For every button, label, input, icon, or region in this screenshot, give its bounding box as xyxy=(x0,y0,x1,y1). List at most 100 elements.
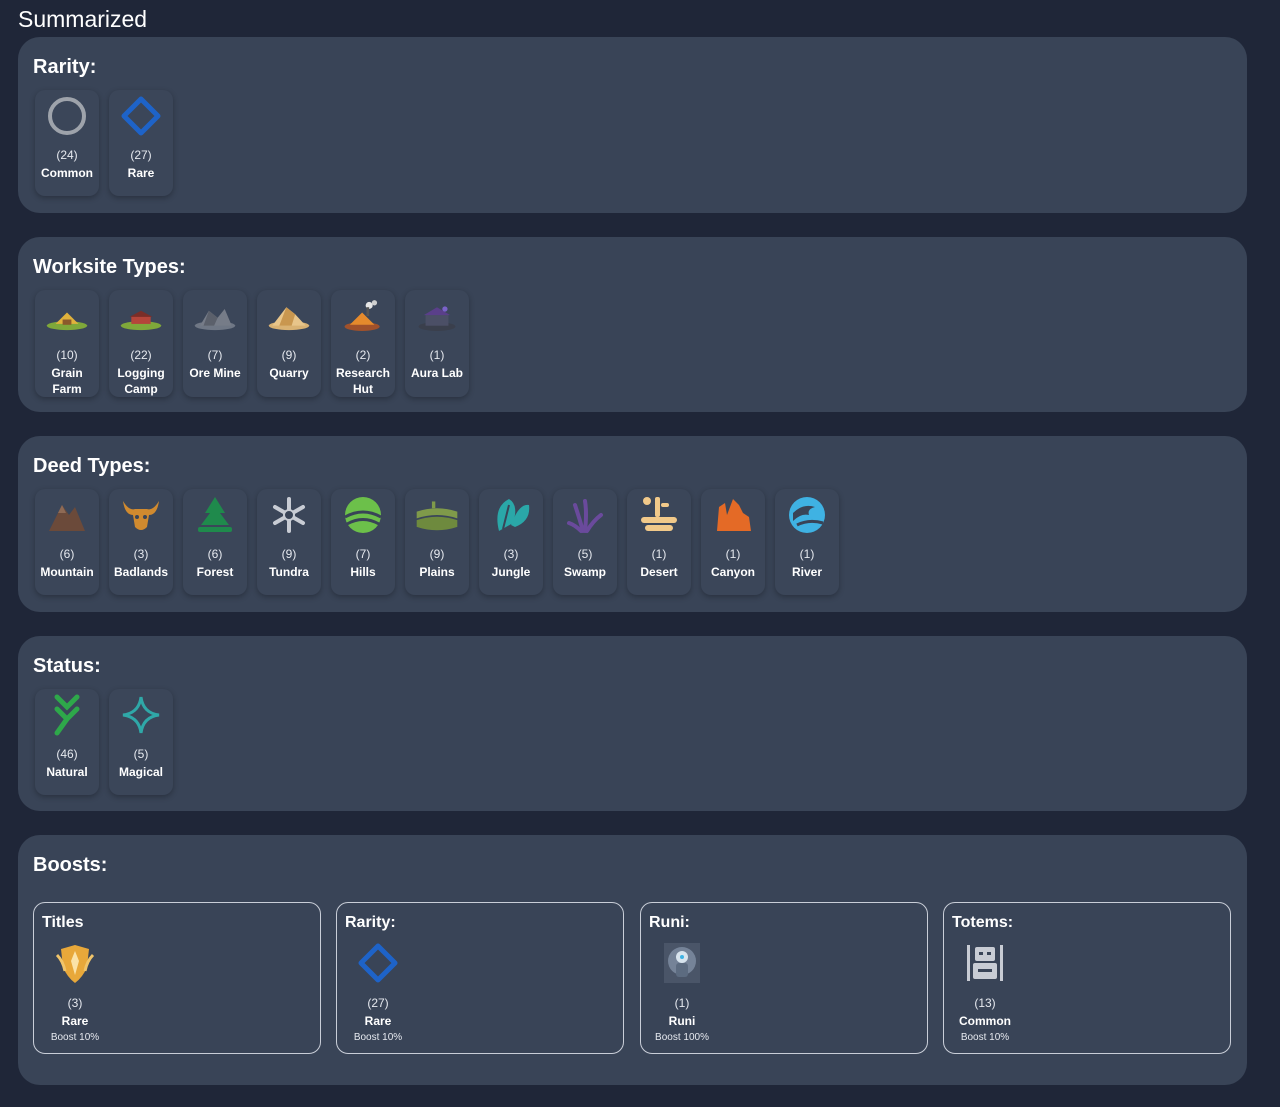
natural-icon xyxy=(45,693,89,737)
deed-label: Badlands xyxy=(113,565,168,579)
deed-card-mountain[interactable]: (6) Mountain xyxy=(35,489,99,595)
boost-box-title: Totems: xyxy=(952,914,1014,931)
boost-count: (3) xyxy=(67,996,83,1010)
deed-card-forest[interactable]: (6) Forest xyxy=(183,489,247,595)
boost-label: Common xyxy=(959,1014,1011,1028)
boosts-title: Boosts: xyxy=(33,854,108,876)
deed-count: (6) xyxy=(207,547,223,561)
grain-farm-icon xyxy=(45,294,89,338)
status-label: Natural xyxy=(46,765,88,779)
worksite-card-logging-camp[interactable]: (22) Logging Camp xyxy=(109,290,173,397)
boost-label: Rare xyxy=(364,1014,392,1028)
boost-card[interactable]: (27) Rare Boost 10% xyxy=(351,941,405,1046)
badlands-skull-icon xyxy=(119,493,163,537)
rarity-panel: Rarity: (24) Common (27) Rare xyxy=(18,37,1247,213)
ore-mine-icon xyxy=(193,294,237,338)
deed-label: Hills xyxy=(350,565,376,579)
snowflake-icon xyxy=(267,493,311,537)
boost-value: Boost 10% xyxy=(50,1032,100,1043)
rarity-title: Rarity: xyxy=(33,56,97,78)
boosts-panel: Boosts: Titles (3) Rare Boost 10% Rarity… xyxy=(18,835,1247,1085)
boost-label: Rare xyxy=(61,1014,89,1028)
rarity-label: Common xyxy=(41,166,93,180)
boost-value: Boost 10% xyxy=(960,1032,1010,1043)
deed-count: (9) xyxy=(429,547,445,561)
runi-icon xyxy=(660,941,704,985)
magical-sparkle-icon xyxy=(119,693,163,737)
deed-card-river[interactable]: (1) River xyxy=(775,489,839,595)
worksite-card-grain-farm[interactable]: (10) Grain Farm xyxy=(35,290,99,397)
boost-box-title: Rarity: xyxy=(345,914,396,931)
boost-count: (1) xyxy=(674,996,690,1010)
page-title: Summarized xyxy=(18,6,148,32)
deed-title: Deed Types: xyxy=(33,455,151,477)
deed-panel: Deed Types: (6) Mountain (3) Badlands (6… xyxy=(18,436,1247,612)
rarity-label: Rare xyxy=(127,166,155,180)
deed-count: (1) xyxy=(799,547,815,561)
boost-box-title: Titles xyxy=(42,914,84,931)
worksite-panel: Worksite Types: (10) Grain Farm (22) Log… xyxy=(18,237,1247,412)
deed-count: (6) xyxy=(59,547,75,561)
deed-label: Forest xyxy=(196,565,234,579)
worksite-count: (9) xyxy=(281,348,297,362)
status-title: Status: xyxy=(33,655,101,677)
deed-card-hills[interactable]: (7) Hills xyxy=(331,489,395,595)
totem-icon xyxy=(963,941,1007,985)
rarity-count: (27) xyxy=(130,148,152,162)
status-card-magical[interactable]: (5) Magical xyxy=(109,689,173,795)
deed-label: Desert xyxy=(640,565,678,579)
research-hut-icon xyxy=(341,294,385,338)
rarity-card-common[interactable]: (24) Common xyxy=(35,90,99,196)
status-card-natural[interactable]: (46) Natural xyxy=(35,689,99,795)
boost-box-totems: Totems: (13) Common Boost 10% xyxy=(943,902,1231,1054)
deed-card-tundra[interactable]: (9) Tundra xyxy=(257,489,321,595)
deed-card-swamp[interactable]: (5) Swamp xyxy=(553,489,617,595)
common-circle-icon xyxy=(45,94,89,138)
deed-count: (1) xyxy=(725,547,741,561)
worksite-card-aura-lab[interactable]: (1) Aura Lab xyxy=(405,290,469,397)
worksite-label: Quarry xyxy=(269,366,309,380)
aura-lab-icon xyxy=(415,294,459,338)
deed-card-jungle[interactable]: (3) Jungle xyxy=(479,489,543,595)
boost-box-titles: Titles (3) Rare Boost 10% xyxy=(33,902,321,1054)
boost-box-runi: Runi: (1) Runi Boost 100% xyxy=(640,902,928,1054)
deed-count: (3) xyxy=(503,547,519,561)
deed-card-canyon[interactable]: (1) Canyon xyxy=(701,489,765,595)
quarry-icon xyxy=(267,294,311,338)
boost-card[interactable]: (1) Runi Boost 100% xyxy=(655,941,709,1046)
deed-count: (3) xyxy=(133,547,149,561)
boost-value: Boost 10% xyxy=(353,1032,403,1043)
boost-card[interactable]: (3) Rare Boost 10% xyxy=(48,941,102,1046)
deed-card-badlands[interactable]: (3) Badlands xyxy=(109,489,173,595)
worksite-count: (22) xyxy=(130,348,152,362)
rare-diamond-icon xyxy=(119,94,163,138)
worksite-card-research-hut[interactable]: (2) Research Hut xyxy=(331,290,395,397)
boost-box-title: Runi: xyxy=(649,914,690,931)
worksite-card-quarry[interactable]: (9) Quarry xyxy=(257,290,321,397)
title-emblem-icon xyxy=(53,941,97,985)
worksite-title: Worksite Types: xyxy=(33,256,186,278)
deed-card-desert[interactable]: (1) Desert xyxy=(627,489,691,595)
deed-count: (5) xyxy=(577,547,593,561)
deed-label: Mountain xyxy=(40,565,94,579)
worksite-label: Grain Farm xyxy=(51,366,83,396)
plains-icon xyxy=(415,493,459,537)
river-wave-icon xyxy=(785,493,829,537)
worksite-label: Logging Camp xyxy=(117,366,165,396)
worksite-card-ore-mine[interactable]: (7) Ore Mine xyxy=(183,290,247,397)
desert-cactus-icon xyxy=(637,493,681,537)
deed-label: River xyxy=(791,565,823,579)
deed-count: (9) xyxy=(281,547,297,561)
deed-label: Tundra xyxy=(269,565,309,579)
deed-card-plains[interactable]: (9) Plains xyxy=(405,489,469,595)
boost-count: (27) xyxy=(367,996,389,1010)
worksite-label: Research Hut xyxy=(335,366,391,396)
boost-value: Boost 100% xyxy=(655,1032,709,1043)
worksite-label: Ore Mine xyxy=(189,366,241,380)
worksite-count: (7) xyxy=(207,348,223,362)
status-label: Magical xyxy=(118,765,163,779)
rarity-card-rare[interactable]: (27) Rare xyxy=(109,90,173,196)
boost-card[interactable]: (13) Common Boost 10% xyxy=(958,941,1012,1046)
deed-label: Swamp xyxy=(563,565,606,579)
rare-diamond-icon xyxy=(356,941,400,985)
